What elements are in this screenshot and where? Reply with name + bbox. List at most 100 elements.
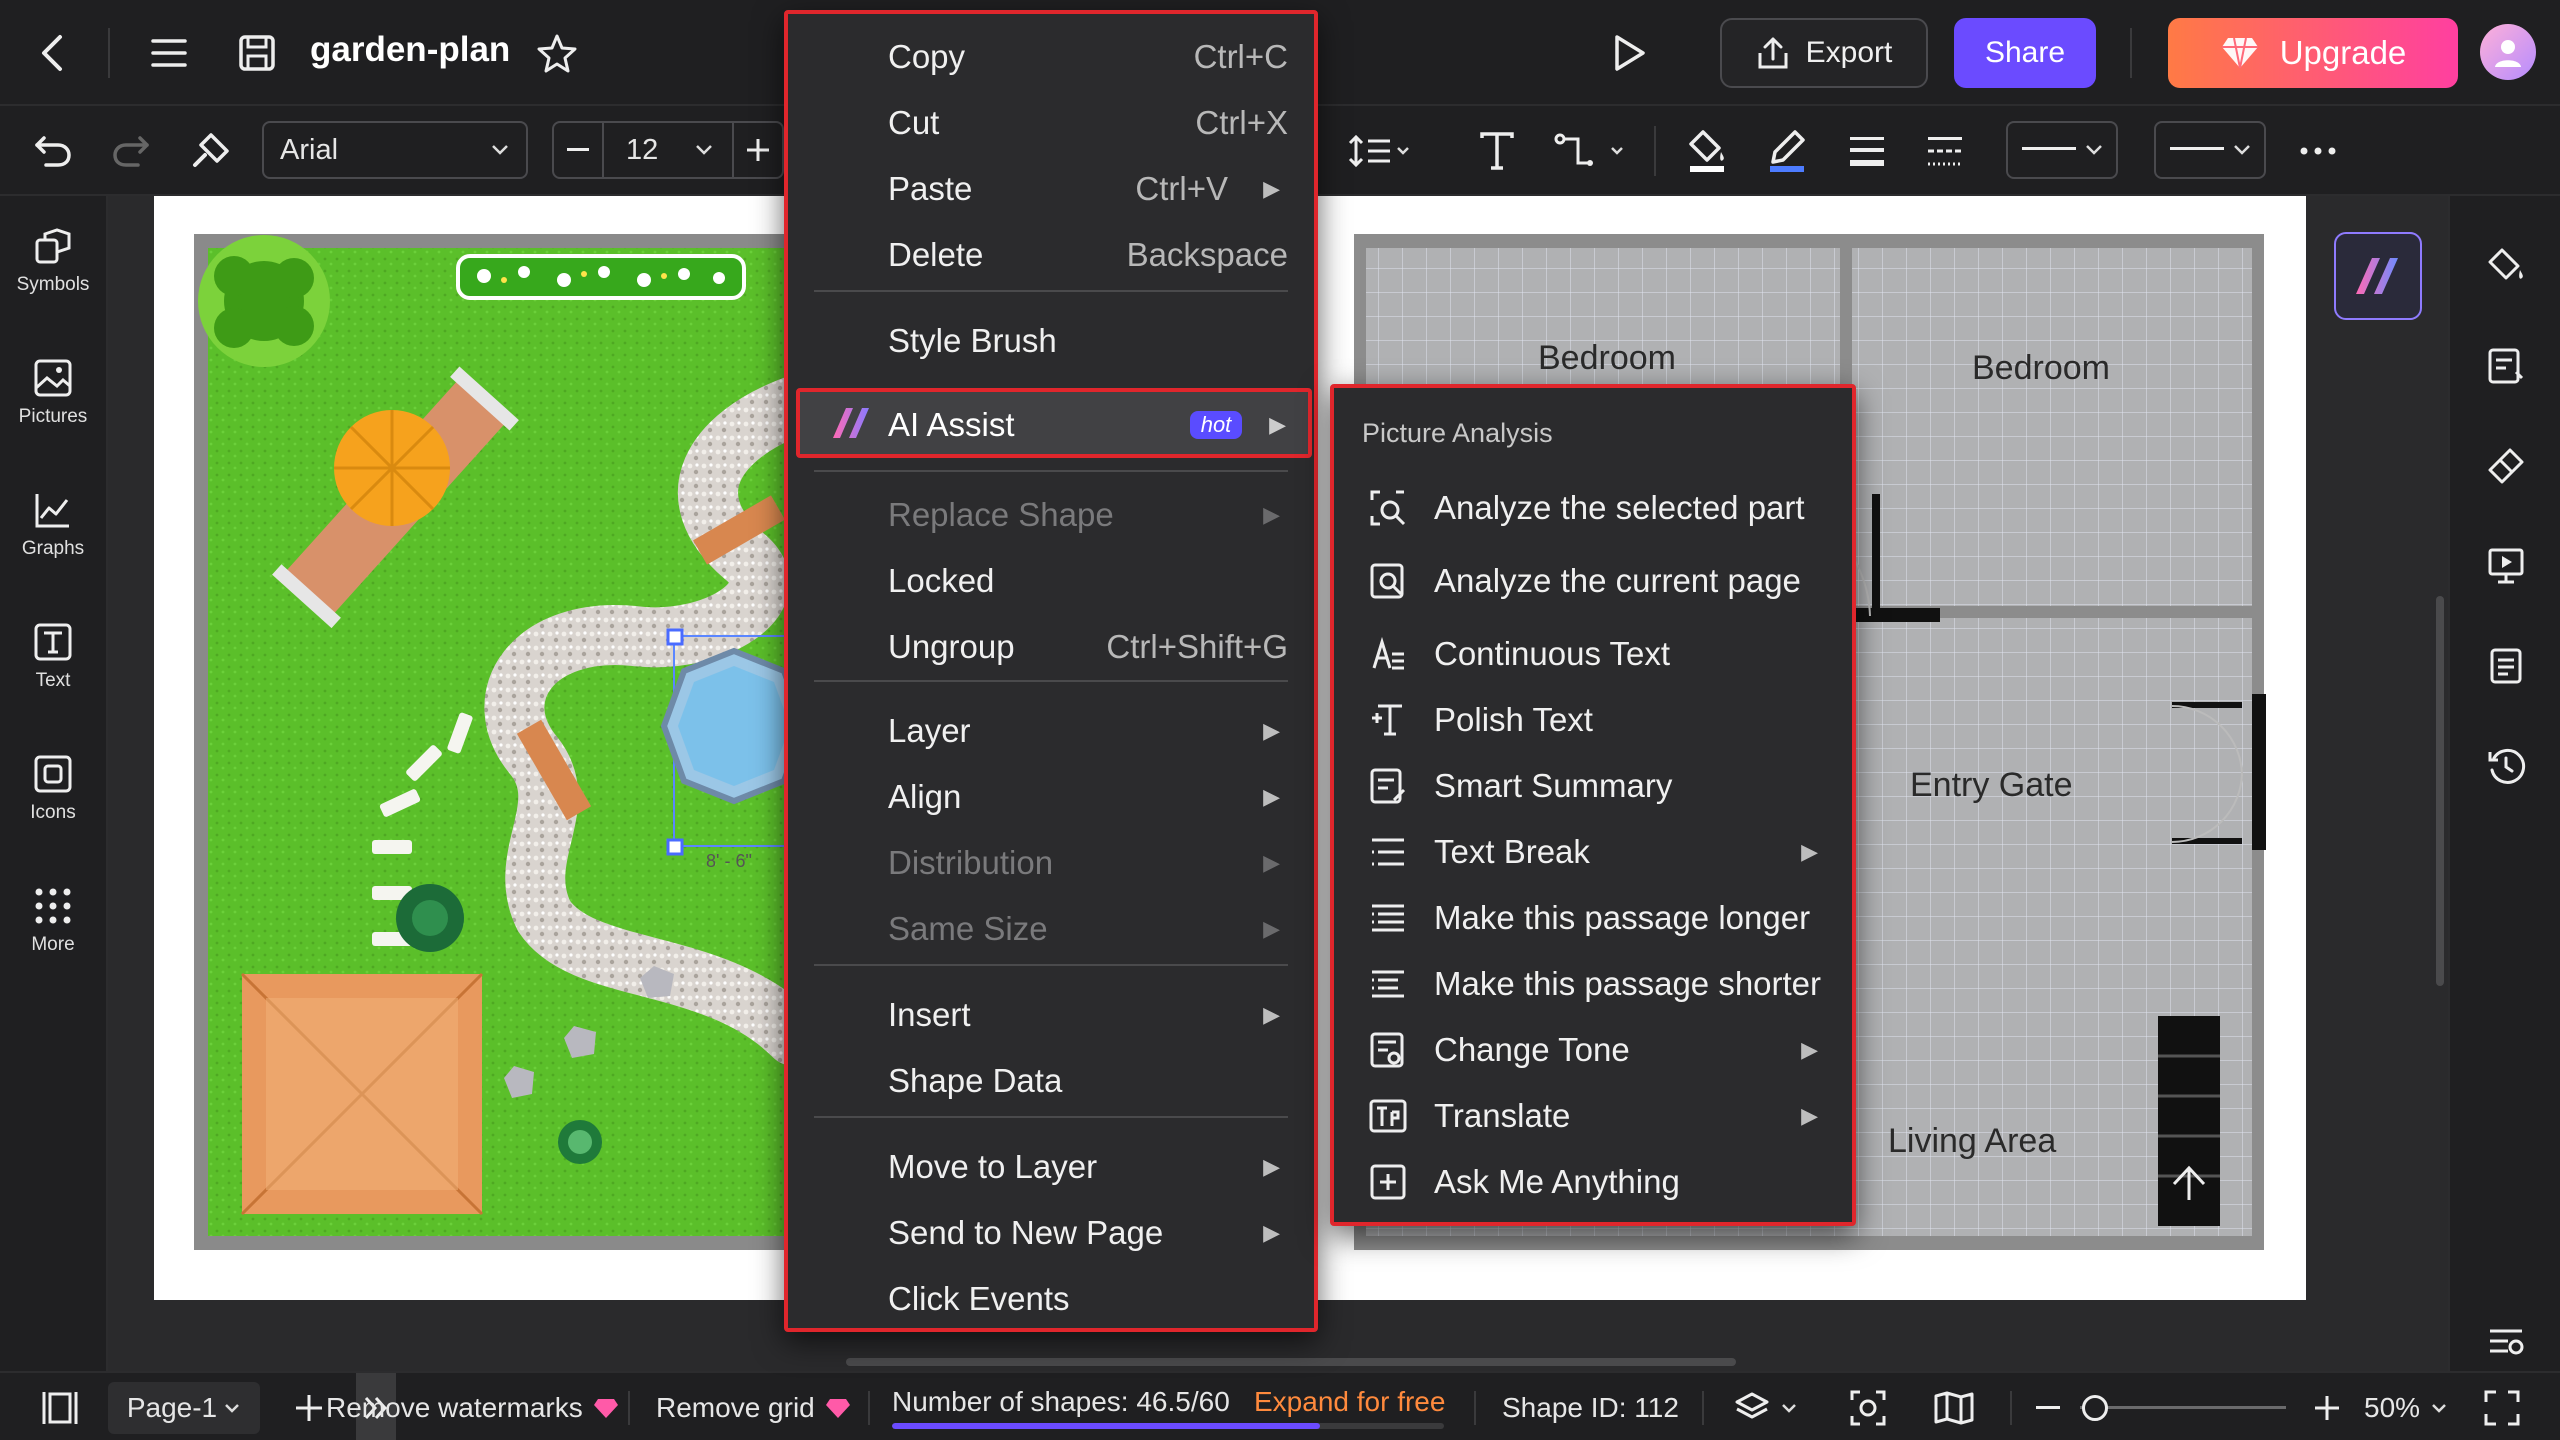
ai-item-continuous-text[interactable]: Continuous Text [1334, 624, 1852, 684]
library-pictures[interactable]: Pictures [0, 358, 106, 428]
menu-item-delete[interactable]: Delete Backspace [788, 224, 1314, 286]
fill-panel-icon[interactable] [2480, 240, 2532, 292]
presentation-icon[interactable] [2480, 540, 2532, 592]
ai-item-translate[interactable]: Translate ▶ [1334, 1086, 1852, 1146]
menu-item-locked[interactable]: Locked [788, 550, 1314, 612]
line-color-icon[interactable] [1762, 124, 1812, 178]
page-panel-toggle[interactable] [40, 1373, 80, 1440]
page-tab[interactable]: Page-1 [108, 1382, 260, 1434]
ai-logo-button[interactable] [2334, 232, 2422, 320]
ai-item-polish-text[interactable]: Polish Text [1334, 690, 1852, 750]
shorter-icon [1368, 964, 1408, 1004]
end-arrow-select[interactable] [2154, 121, 2266, 179]
menu-item-label: Style Brush [888, 322, 1057, 359]
menu-item-send-to-new-page[interactable]: Send to New Page ▶ [788, 1202, 1314, 1264]
library-text[interactable]: Text [0, 622, 106, 692]
menu-item-same-size[interactable]: Same Size ▶ [788, 898, 1314, 960]
ai-item-analyze-selected[interactable]: Analyze the selected part [1334, 478, 1852, 538]
menu-item-ai-assist[interactable]: AI Assist hot ▶ [796, 388, 1312, 458]
font-size-stepper[interactable]: 12 [552, 121, 784, 179]
ai-item-change-tone[interactable]: Change Tone ▶ [1334, 1020, 1852, 1080]
export-button[interactable]: Export [1720, 18, 1928, 88]
menu-item-shape-data[interactable]: Shape Data [788, 1050, 1314, 1112]
ai-item-make-longer[interactable]: Make this passage longer [1334, 888, 1852, 948]
notes-icon[interactable] [2480, 640, 2532, 692]
library-graphs[interactable]: Graphs [0, 490, 106, 560]
upgrade-button[interactable]: Upgrade [2168, 18, 2458, 88]
fullscreen-button[interactable] [2484, 1373, 2520, 1440]
fill-color-icon[interactable] [1682, 124, 1732, 178]
panel-settings-icon[interactable] [2480, 1320, 2532, 1364]
room-label-bedroom-2[interactable]: Bedroom [1972, 349, 2110, 388]
play-icon[interactable] [1604, 28, 1654, 78]
menu-item-style-brush[interactable]: Style Brush [788, 310, 1314, 372]
back-icon[interactable] [30, 30, 76, 76]
library-icons[interactable]: Icons [0, 754, 106, 824]
document-title[interactable]: garden-plan [310, 30, 510, 70]
save-icon[interactable] [234, 30, 280, 76]
vertical-scrollbar[interactable] [2436, 596, 2444, 986]
font-size-value[interactable]: 12 [626, 134, 658, 167]
line-spacing-icon[interactable] [1346, 126, 1416, 176]
more-options-icon[interactable] [2296, 126, 2340, 176]
decrease-font-button[interactable] [554, 123, 604, 177]
text-tool-icon[interactable] [1472, 126, 1522, 176]
analyze-page-icon [1368, 561, 1408, 601]
add-page-button[interactable] [294, 1373, 324, 1440]
increase-font-button[interactable] [732, 123, 782, 177]
dash-style-icon[interactable] [1920, 126, 1970, 176]
menu-item-paste[interactable]: Paste Ctrl+V ▶ [788, 158, 1314, 220]
horizontal-scrollbar[interactable] [846, 1358, 1736, 1366]
ai-item-smart-summary[interactable]: Smart Summary [1334, 756, 1852, 816]
zoom-out-button[interactable] [2036, 1373, 2060, 1440]
remove-watermarks-link[interactable]: Remove watermarks [326, 1373, 619, 1440]
menu-item-click-events[interactable]: Click Events [788, 1268, 1314, 1330]
redo-icon[interactable] [106, 126, 156, 176]
line-weight-icon[interactable] [1842, 126, 1892, 176]
zoom-slider-track[interactable] [2080, 1406, 2286, 1409]
user-icon [2495, 40, 2521, 67]
menu-item-distribution[interactable]: Distribution ▶ [788, 832, 1314, 894]
history-icon[interactable] [2480, 740, 2532, 792]
room-label-entry-gate[interactable]: Entry Gate [1910, 766, 2073, 805]
minimap-button[interactable] [1934, 1373, 1974, 1440]
page-setup-icon[interactable] [2480, 340, 2532, 392]
menu-item-align[interactable]: Align ▶ [788, 766, 1314, 828]
library-more[interactable]: More [0, 886, 106, 956]
room-label-bedroom-1[interactable]: Bedroom [1538, 339, 1676, 378]
begin-arrow-select[interactable] [2006, 121, 2118, 179]
ai-item-text-break[interactable]: Text Break ▶ [1334, 822, 1852, 882]
shape-count-progress [892, 1423, 1444, 1429]
connector-icon[interactable] [1550, 126, 1630, 176]
menu-icon[interactable] [146, 30, 192, 76]
undo-icon[interactable] [28, 126, 78, 176]
zoom-level-select[interactable]: 50% [2364, 1373, 2448, 1440]
format-painter-icon[interactable] [186, 126, 236, 176]
menu-item-cut[interactable]: Cut Ctrl+X [788, 92, 1314, 154]
layers-button[interactable] [1734, 1373, 1798, 1440]
ai-item-make-shorter[interactable]: Make this passage shorter [1334, 954, 1852, 1014]
menu-item-insert[interactable]: Insert ▶ [788, 984, 1314, 1046]
menu-item-ungroup[interactable]: Ungroup Ctrl+Shift+G [788, 616, 1314, 678]
avatar[interactable] [2480, 24, 2536, 80]
ai-item-ask-anything[interactable]: Ask Me Anything [1334, 1152, 1852, 1212]
room-label-living-area[interactable]: Living Area [1888, 1122, 2056, 1161]
menu-item-replace-shape[interactable]: Replace Shape ▶ [788, 484, 1314, 546]
polish-text-icon [1368, 700, 1408, 740]
zoom-in-button[interactable] [2314, 1373, 2340, 1440]
menu-item-copy[interactable]: Copy Ctrl+C [788, 26, 1314, 88]
menu-item-layer[interactable]: Layer ▶ [788, 700, 1314, 762]
layers-icon [1735, 1392, 1769, 1418]
ai-item-analyze-page[interactable]: Analyze the current page [1334, 551, 1852, 611]
remove-grid-link[interactable]: Remove grid [656, 1373, 851, 1440]
menu-item-move-to-layer[interactable]: Move to Layer ▶ [788, 1136, 1314, 1198]
menu-item-label: Cut [888, 104, 940, 141]
share-button[interactable]: Share [1954, 18, 2096, 88]
star-icon[interactable] [534, 30, 580, 76]
library-symbols[interactable]: Symbols [0, 226, 106, 296]
zoom-slider-thumb[interactable] [2082, 1395, 2108, 1421]
context-menu: Copy Ctrl+C Cut Ctrl+X Paste Ctrl+V ▶ Delete… [784, 10, 1318, 1332]
font-family-select[interactable]: Arial [262, 121, 528, 179]
focus-mode-button[interactable] [1850, 1373, 1886, 1440]
style-icon[interactable] [2480, 440, 2532, 492]
